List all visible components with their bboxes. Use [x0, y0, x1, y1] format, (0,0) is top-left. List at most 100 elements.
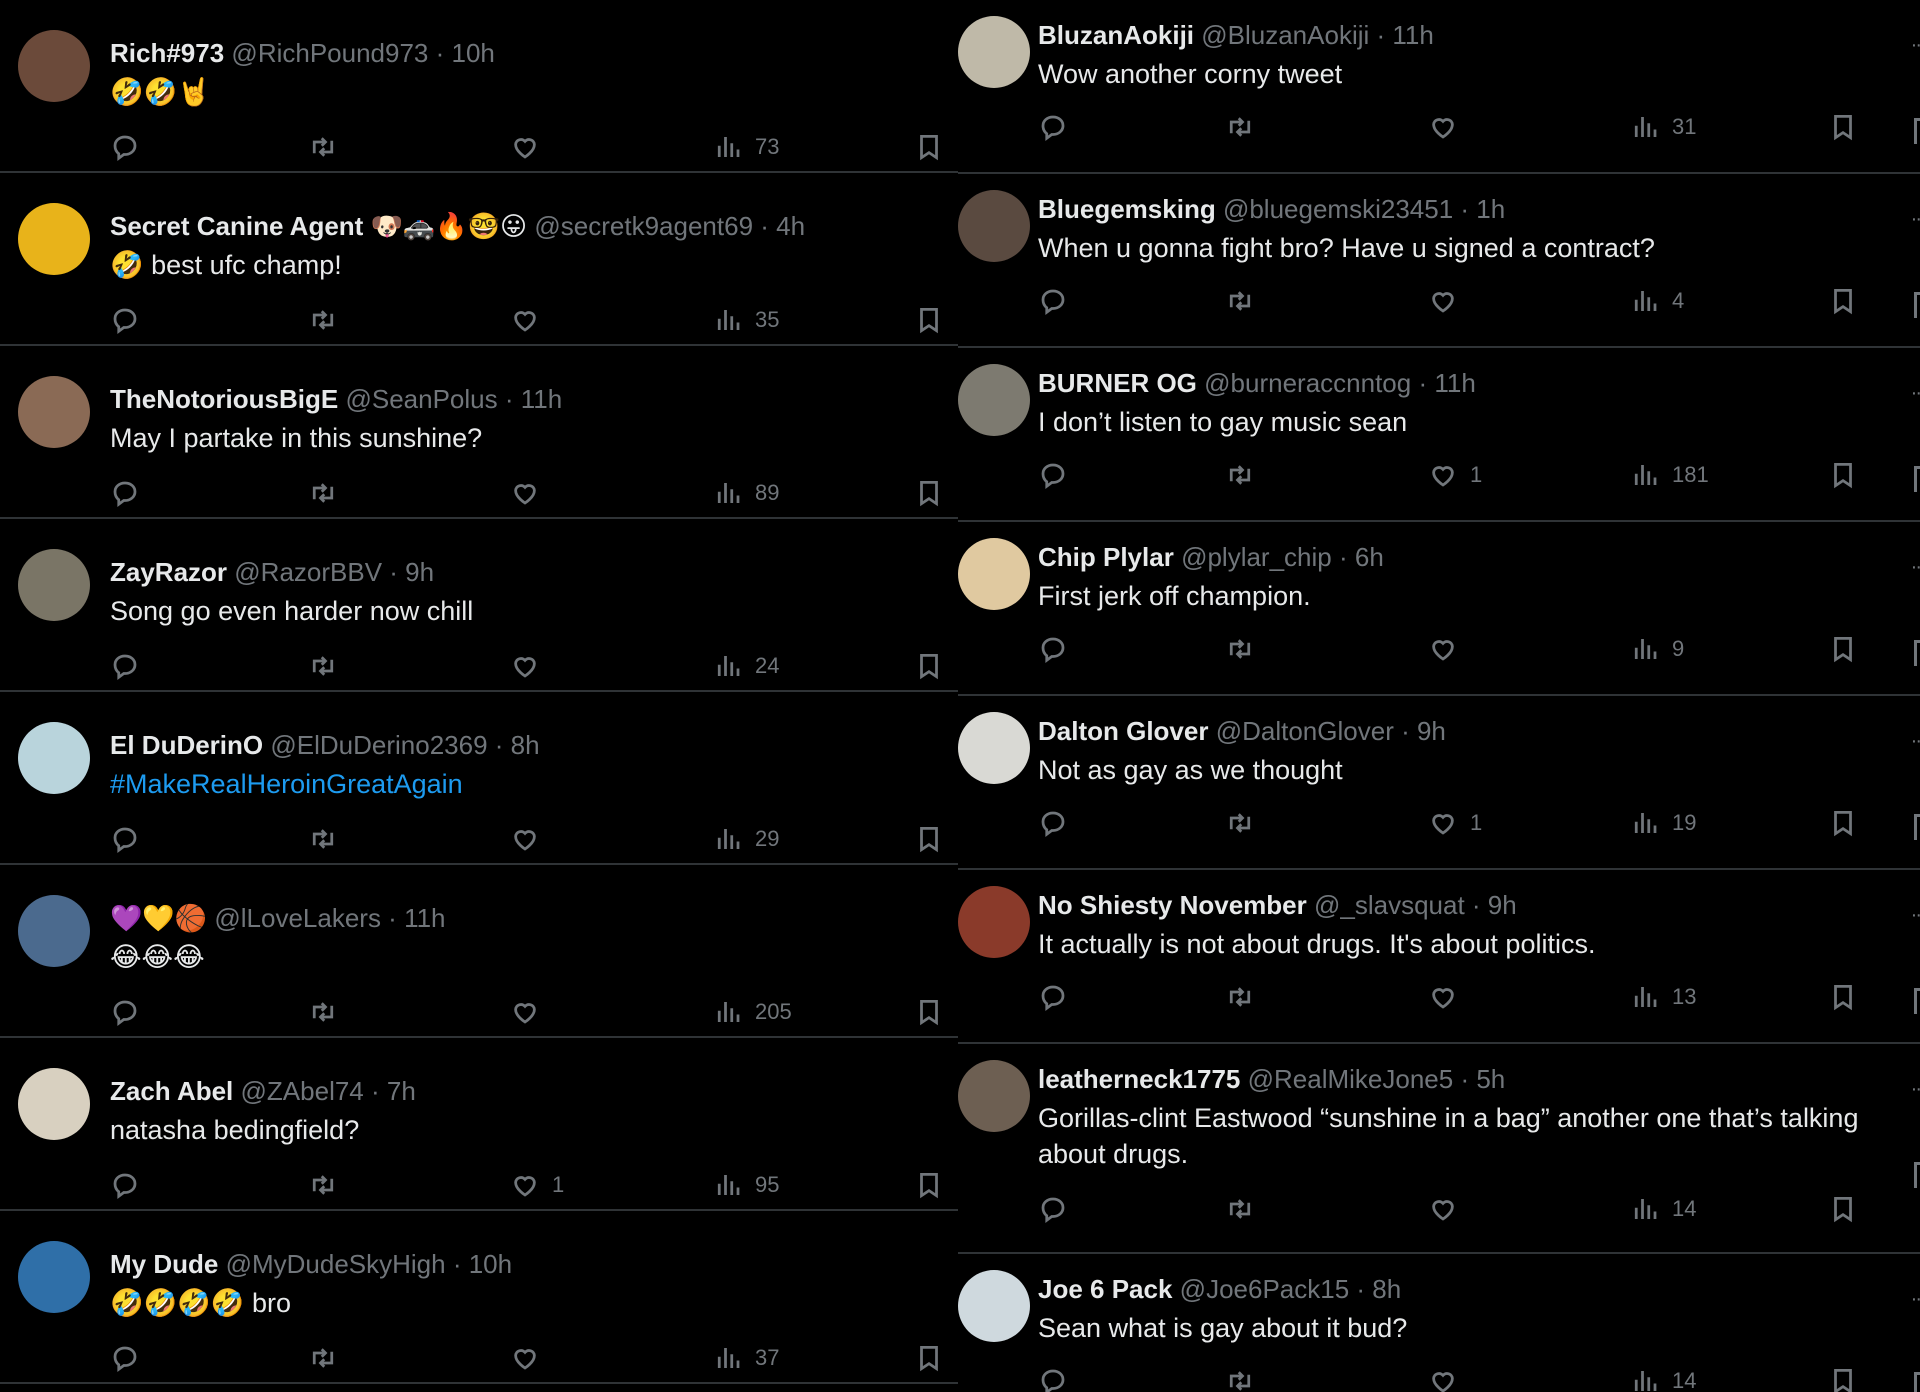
reply-button[interactable] — [1038, 982, 1068, 1012]
tweet-item[interactable]: Rich#973 @RichPound973 · 10h 🤣🤣🤘 73 — [0, 0, 958, 173]
display-name[interactable]: Joe 6 Pack — [1038, 1274, 1172, 1304]
like-button[interactable] — [510, 997, 552, 1027]
more-icon[interactable]: ·· — [1911, 730, 1920, 753]
bookmark-button[interactable] — [1828, 460, 1858, 490]
bookmark-button[interactable] — [914, 651, 944, 681]
display-name[interactable]: Secret Canine Agent 🐶🚓🔥🤓😛 — [110, 211, 527, 241]
timestamp[interactable]: 9h — [405, 557, 434, 587]
tweet-item[interactable]: BluzanAokiji @BluzanAokiji · 11h Wow anot… — [958, 0, 1920, 174]
like-button[interactable] — [510, 1343, 552, 1373]
bookmark-button[interactable] — [914, 478, 944, 508]
retweet-button[interactable] — [1225, 460, 1255, 490]
reply-button[interactable] — [1038, 634, 1068, 664]
reply-button[interactable] — [1038, 808, 1068, 838]
display-name[interactable]: BluzanAokiji — [1038, 20, 1194, 50]
user-handle[interactable]: @MyDudeSkyHigh — [226, 1249, 446, 1279]
display-name[interactable]: Zach Abel — [110, 1076, 233, 1106]
user-handle[interactable]: @ElDuDerino2369 — [270, 730, 487, 760]
views-button[interactable]: 14 — [1630, 1194, 1696, 1224]
reply-button[interactable] — [1038, 1366, 1068, 1392]
retweet-button[interactable] — [1225, 634, 1255, 664]
timestamp[interactable]: 9h — [1417, 716, 1446, 746]
tweet-item[interactable]: BURNER OG @burneraccnntog · 11h I don’t l… — [958, 348, 1920, 522]
reply-button[interactable] — [110, 997, 140, 1027]
more-icon[interactable]: ·· — [1911, 904, 1920, 927]
views-button[interactable]: 14 — [1630, 1366, 1696, 1392]
retweet-button[interactable] — [1225, 808, 1255, 838]
views-button[interactable]: 37 — [713, 1343, 779, 1373]
avatar[interactable] — [18, 1241, 90, 1313]
like-button[interactable]: 1 — [1428, 808, 1482, 838]
reply-button[interactable] — [1038, 112, 1068, 142]
tweet-item[interactable]: 💜💛🏀 @lLoveLakers · 11h 😂😂😂 205 — [0, 865, 958, 1038]
reply-button[interactable] — [1038, 286, 1068, 316]
share-icon[interactable] — [1914, 466, 1920, 492]
like-button[interactable] — [510, 651, 552, 681]
more-icon[interactable]: ·· — [1911, 1288, 1920, 1311]
user-handle[interactable]: @RichPound973 — [231, 38, 428, 68]
views-button[interactable]: 9 — [1630, 634, 1684, 664]
tweet-item[interactable]: No Shiesty November @_slavsquat · 9h It a… — [958, 870, 1920, 1044]
avatar[interactable] — [18, 1068, 90, 1140]
bookmark-button[interactable] — [914, 997, 944, 1027]
views-button[interactable]: 19 — [1630, 808, 1696, 838]
bookmark-button[interactable] — [914, 305, 944, 335]
bookmark-button[interactable] — [914, 1343, 944, 1373]
reply-button[interactable] — [110, 132, 140, 162]
views-button[interactable]: 89 — [713, 478, 779, 508]
timestamp[interactable]: 11h — [521, 384, 562, 414]
user-handle[interactable]: @RealMikeJone5 — [1248, 1064, 1454, 1094]
display-name[interactable]: El DuDerinO — [110, 730, 263, 760]
user-handle[interactable]: @DaltonGlover — [1216, 716, 1394, 746]
bookmark-button[interactable] — [1828, 634, 1858, 664]
avatar[interactable] — [958, 364, 1030, 436]
user-handle[interactable]: @_slavsquat — [1314, 890, 1465, 920]
retweet-button[interactable] — [1225, 982, 1255, 1012]
more-icon[interactable]: ·· — [1911, 382, 1920, 405]
retweet-button[interactable] — [308, 651, 338, 681]
like-button[interactable] — [1428, 286, 1470, 316]
timestamp[interactable]: 11h — [1434, 368, 1475, 398]
display-name[interactable]: BURNER OG — [1038, 368, 1197, 398]
retweet-button[interactable] — [308, 997, 338, 1027]
avatar[interactable] — [958, 1060, 1030, 1132]
user-handle[interactable]: @Joe6Pack15 — [1180, 1274, 1350, 1304]
bookmark-button[interactable] — [1828, 982, 1858, 1012]
views-button[interactable]: 35 — [713, 305, 779, 335]
avatar[interactable] — [958, 16, 1030, 88]
tweet-item[interactable]: Chip Plylar @plylar_chip · 6h First jerk … — [958, 522, 1920, 696]
timestamp[interactable]: 11h — [404, 903, 445, 933]
retweet-button[interactable] — [1225, 112, 1255, 142]
user-handle[interactable]: @RazorBBV — [234, 557, 382, 587]
views-button[interactable]: 4 — [1630, 286, 1684, 316]
tweet-item[interactable]: Zach Abel @ZAbel74 · 7h natasha bedingfie… — [0, 1038, 958, 1211]
share-icon[interactable] — [1914, 292, 1920, 318]
display-name[interactable]: Chip Plylar — [1038, 542, 1174, 572]
retweet-button[interactable] — [1225, 1194, 1255, 1224]
tweet-item[interactable]: ZayRazor @RazorBBV · 9h Song go even hard… — [0, 519, 958, 692]
views-button[interactable]: 181 — [1630, 460, 1709, 490]
retweet-button[interactable] — [308, 132, 338, 162]
retweet-button[interactable] — [1225, 1366, 1255, 1392]
retweet-button[interactable] — [308, 1170, 338, 1200]
bookmark-button[interactable] — [1828, 1366, 1858, 1392]
avatar[interactable] — [18, 895, 90, 967]
tweet-item[interactable]: Bluegemsking @bluegemski23451 · 1h When u… — [958, 174, 1920, 348]
share-icon[interactable] — [1914, 118, 1920, 144]
tweet-item[interactable]: Joe 6 Pack @Joe6Pack15 · 8h Sean what is … — [958, 1254, 1920, 1392]
tweet-item[interactable]: Secret Canine Agent 🐶🚓🔥🤓😛 @secretk9agent… — [0, 173, 958, 346]
hashtag-link[interactable]: #MakeRealHeroinGreatAgain — [110, 766, 938, 802]
bookmark-button[interactable] — [1828, 112, 1858, 142]
bookmark-button[interactable] — [914, 824, 944, 854]
tweet-item[interactable]: My Dude @MyDudeSkyHigh · 10h 🤣🤣🤣🤣 bro 37 — [0, 1211, 958, 1384]
bookmark-button[interactable] — [1828, 1194, 1858, 1224]
avatar[interactable] — [958, 538, 1030, 610]
user-handle[interactable]: @lLoveLakers — [214, 903, 381, 933]
timestamp[interactable]: 9h — [1488, 890, 1517, 920]
avatar[interactable] — [18, 30, 90, 102]
retweet-button[interactable] — [308, 305, 338, 335]
avatar[interactable] — [18, 722, 90, 794]
display-name[interactable]: Dalton Glover — [1038, 716, 1208, 746]
like-button[interactable] — [1428, 1366, 1470, 1392]
display-name[interactable]: TheNotoriousBigE — [110, 384, 338, 414]
